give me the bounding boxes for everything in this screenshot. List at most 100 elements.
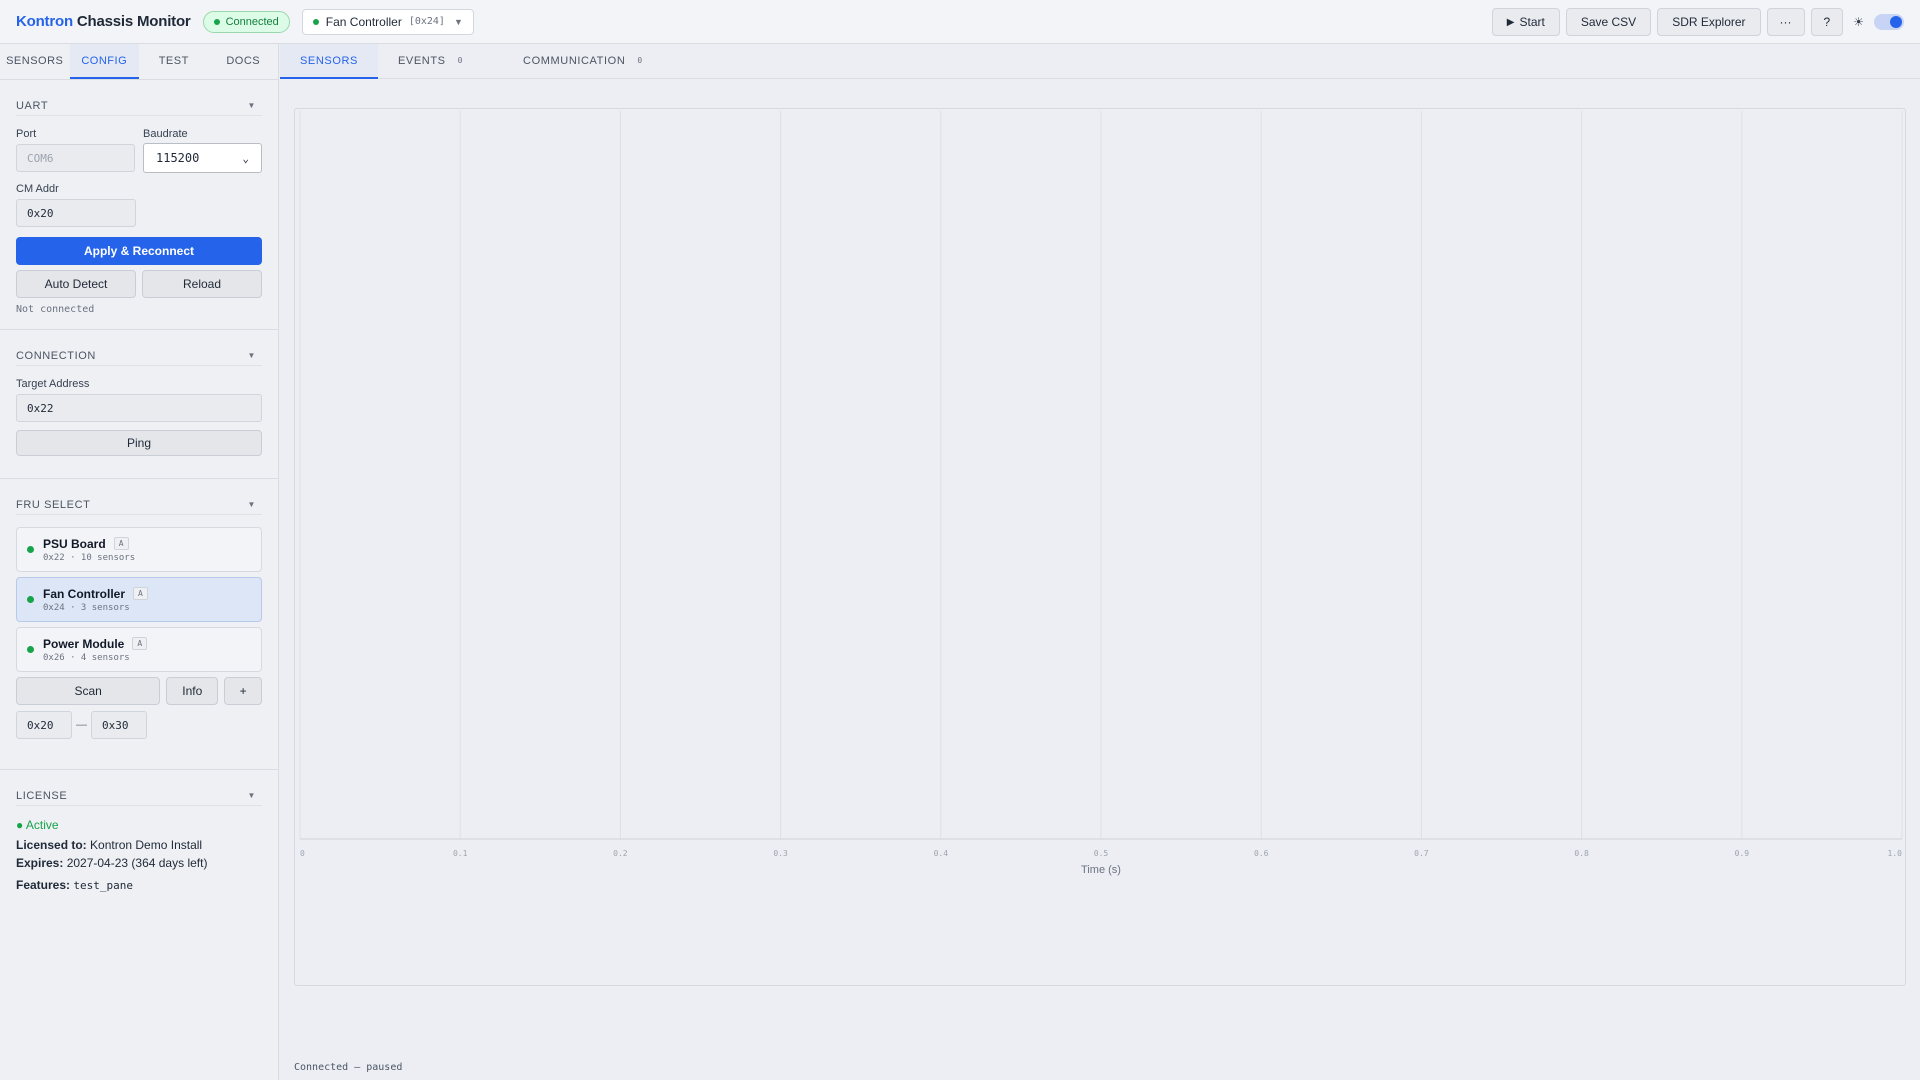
communication-count: 0 <box>637 56 643 65</box>
x-tick-label: 0.2 <box>613 849 628 858</box>
fru-sub: 0x24 · 3 sensors <box>43 602 130 613</box>
x-tick-label: 0 <box>300 849 305 858</box>
sun-icon: ☀ <box>1853 15 1864 29</box>
fru-status-dot-icon <box>27 546 34 553</box>
license-status: ● Active <box>16 818 59 832</box>
chevron-down-icon: ▼ <box>453 16 463 27</box>
collapse-icon: ▼ <box>247 101 256 110</box>
section-title: LICENSE <box>16 789 68 802</box>
fru-tag: A <box>133 587 148 600</box>
collapse-icon: ▼ <box>247 351 256 360</box>
help-button[interactable]: ? <box>1810 8 1844 36</box>
tab-communication[interactable]: COMMUNICATION 0 <box>483 44 663 79</box>
toggle-knob <box>1890 16 1902 28</box>
license-features: Features: test_pane <box>16 878 133 892</box>
tab-docs[interactable]: DOCS <box>209 44 279 79</box>
apply-reconnect-button[interactable]: Apply & Reconnect <box>16 237 262 265</box>
range-separator: — <box>76 719 87 731</box>
reload-button[interactable]: Reload <box>142 270 262 298</box>
status-dot-icon <box>213 18 220 25</box>
status-bar-text: Connected — paused <box>294 1062 403 1073</box>
main-panel: SENSORS EVENTS 0 COMMUNICATION 0 0 0.1 0.2 0.… <box>280 44 1920 1080</box>
sensor-chart: 0 0.1 0.2 0.3 0.4 0.5 0.6 0.7 0.8 0.9 1.0 Time (s) <box>294 108 1906 986</box>
x-tick-label: 0.1 <box>453 849 468 858</box>
scan-range-end-input[interactable]: 0x30 <box>91 711 147 739</box>
connection-section-header[interactable]: CONNECTION ▼ <box>16 346 262 366</box>
tab-events[interactable]: EVENTS 0 <box>378 44 483 79</box>
fru-name: Power Module <box>43 636 125 651</box>
connection-status-badge: Connected <box>202 10 290 33</box>
fru-item-psu-board[interactable]: PSU Board A 0x22 · 10 sensors <box>16 527 262 572</box>
collapse-icon: ▼ <box>247 791 256 800</box>
fru-item-fan-controller[interactable]: Fan Controller A 0x24 · 3 sensors <box>16 577 262 622</box>
cm-addr-input[interactable]: 0x20 <box>16 199 136 227</box>
port-input[interactable]: COM6 <box>16 144 135 172</box>
start-button[interactable]: ▶ Start <box>1491 8 1560 36</box>
x-tick-label: 0.8 <box>1574 849 1589 858</box>
sidebar-tabs: SENSORS CONFIG TEST DOCS <box>0 44 278 80</box>
x-tick-label: 0.6 <box>1254 849 1269 858</box>
baudrate-label: Baudrate <box>143 128 188 140</box>
uart-section-header[interactable]: UART ▼ <box>16 96 262 116</box>
fru-name: PSU Board <box>43 536 106 551</box>
section-title: FRU SELECT <box>16 498 91 511</box>
x-axis-label: Time (s) <box>1081 864 1121 876</box>
baudrate-select[interactable]: 115200 ⌄ <box>143 143 262 173</box>
tab-test[interactable]: TEST <box>139 44 209 79</box>
fru-status-dot-icon <box>27 596 34 603</box>
fru-status-dot-icon <box>312 18 319 25</box>
fru-status-dot-icon <box>27 646 34 653</box>
fru-tag: A <box>132 637 148 650</box>
tab-sensors-chart[interactable]: SENSORS <box>280 44 378 79</box>
x-tick-label: 0.5 <box>1094 849 1109 858</box>
license-expires: Expires: 2027-04-23 (364 days left) <box>16 856 208 870</box>
app-title: Kontron Chassis Monitor <box>16 13 191 30</box>
baudrate-value: 115200 <box>156 151 200 165</box>
more-menu-button[interactable]: ··· <box>1766 8 1805 36</box>
chevron-down-icon: ⌄ <box>242 151 249 165</box>
tab-sensors[interactable]: SENSORS <box>0 44 70 79</box>
sensor-chart-svg: 0 0.1 0.2 0.3 0.4 0.5 0.6 0.7 0.8 0.9 1.0 Time (s) <box>299 111 1903 876</box>
fru-tag: A <box>113 537 129 550</box>
fru-name: Fan Controller <box>43 586 126 601</box>
uart-status: Not connected <box>16 304 95 315</box>
connection-section: CONNECTION ▼ Target Address 0x22 Ping <box>0 330 278 479</box>
ping-button[interactable]: Ping <box>16 430 262 456</box>
theme-toggle[interactable] <box>1874 14 1904 30</box>
info-button[interactable]: Info <box>166 677 219 705</box>
cm-addr-label: CM Addr <box>16 183 59 195</box>
fru-picker-addr: [0x24] <box>408 16 445 27</box>
fru-list: PSU Board A 0x22 · 10 sensors Fan Control… <box>16 527 262 672</box>
x-tick-label: 1.0 <box>1888 849 1903 858</box>
license-section-header[interactable]: LICENSE ▼ <box>16 786 262 806</box>
fru-sub: 0x22 · 10 sensors <box>43 552 136 563</box>
collapse-icon: ▼ <box>247 500 256 509</box>
x-tick-label: 0.4 <box>934 849 949 858</box>
target-address-input[interactable]: 0x22 <box>16 394 262 422</box>
fru-picker-dropdown[interactable]: Fan Controller [0x24] ▼ <box>301 8 474 35</box>
license-licensed-to: Licensed to: Kontron Demo Install <box>16 838 203 852</box>
section-title: CONNECTION <box>16 349 96 362</box>
app-header: Kontron Chassis Monitor Connected Fan Co… <box>0 0 1920 44</box>
play-icon: ▶ <box>1506 16 1515 28</box>
add-fru-button[interactable]: + <box>224 677 262 705</box>
fru-select-section-header[interactable]: FRU SELECT ▼ <box>16 495 262 515</box>
x-tick-label: 0.9 <box>1735 849 1750 858</box>
save-csv-button[interactable]: Save CSV <box>1565 8 1652 36</box>
scan-button[interactable]: Scan <box>16 677 161 705</box>
scan-range-start-input[interactable]: 0x20 <box>16 711 72 739</box>
sidebar: SENSORS CONFIG TEST DOCS UART ▼ Port COM… <box>0 44 279 1080</box>
x-tick-label: 0.7 <box>1414 849 1429 858</box>
events-count: 0 <box>457 56 464 65</box>
fru-sub: 0x26 · 4 sensors <box>43 652 130 663</box>
uart-section: UART ▼ Port COM6 Baudrate 115200 ⌄ CM Ad… <box>0 80 278 330</box>
section-title: UART <box>16 99 49 112</box>
license-section: LICENSE ▼ ● Active Licensed to: Kontron … <box>0 770 278 892</box>
sdr-explorer-button[interactable]: SDR Explorer <box>1657 8 1761 36</box>
x-tick-label: 0.3 <box>773 849 788 858</box>
main-tabs: SENSORS EVENTS 0 COMMUNICATION 0 <box>280 44 1920 79</box>
fru-item-power-module[interactable]: Power Module A 0x26 · 4 sensors <box>16 627 262 672</box>
auto-detect-button[interactable]: Auto Detect <box>16 270 136 298</box>
fru-select-section: FRU SELECT ▼ PSU Board A 0x22 · 10 sensor… <box>0 479 278 770</box>
tab-config[interactable]: CONFIG <box>69 44 139 79</box>
